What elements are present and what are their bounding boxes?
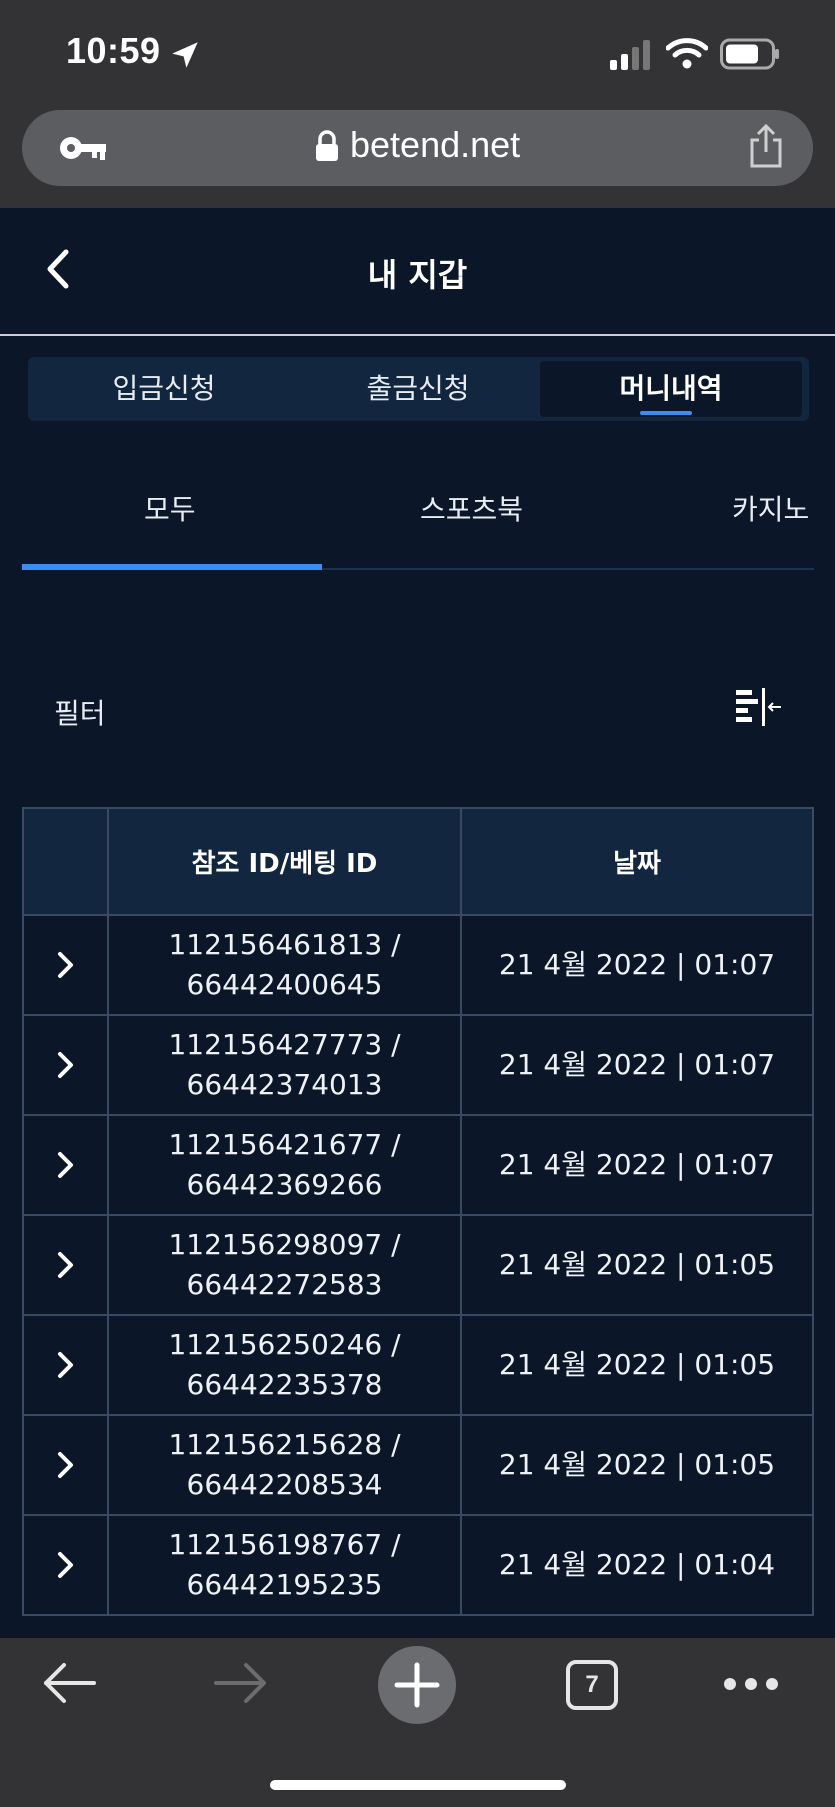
expand-row-button[interactable] (24, 1316, 109, 1414)
table-row[interactable]: 112156215628 / 66442208534 21 4월 2022 | 01… (24, 1416, 812, 1516)
table-row[interactable]: 112156461813 / 66442400645 21 4월 2022 | 01… (24, 916, 812, 1016)
bet-id: 66442235378 (186, 1368, 383, 1401)
tab-withdraw-request[interactable]: 출금신청 (290, 361, 546, 417)
table-row[interactable]: 112156250246 / 66442235378 21 4월 2022 | 01… (24, 1316, 812, 1416)
bet-id: 66442195235 (186, 1568, 383, 1601)
tab-money-history[interactable]: 머니내역 (540, 361, 802, 417)
date-cell: 21 4월 2022 | 01:05 (498, 1348, 776, 1381)
ref-bet-id-cell: 112156461813 / 66442400645 (109, 916, 462, 1014)
expand-row-button[interactable] (24, 1216, 109, 1314)
url-text: betend.net (350, 124, 521, 165)
chevron-right-icon (57, 1352, 73, 1378)
page-title: 내 지갑 (367, 256, 468, 294)
home-indicator[interactable] (270, 1780, 566, 1790)
ref-bet-id-cell: 112156215628 / 66442208534 (109, 1416, 462, 1514)
date-cell: 21 4월 2022 | 01:04 (498, 1548, 776, 1581)
chevron-right-icon (57, 1552, 73, 1578)
location-arrow-icon (172, 42, 198, 68)
tab-switcher-button[interactable]: 7 (566, 1660, 618, 1710)
battery-icon (720, 38, 779, 70)
filter-collapse-icon[interactable] (736, 688, 782, 728)
expand-row-button[interactable] (24, 1016, 109, 1114)
reference-id: 112156298097 / (168, 1228, 401, 1261)
table-row[interactable]: 112156427773 / 66442374013 21 4월 2022 | 01… (24, 1016, 812, 1116)
chevron-right-icon (57, 1152, 73, 1178)
lock-icon (316, 130, 338, 161)
ref-bet-id-cell: 112156427773 / 66442374013 (109, 1016, 462, 1114)
bet-id: 66442400645 (186, 968, 383, 1001)
money-history-table: 참조 ID/베팅 ID 날짜 112156461813 / 66442400645… (22, 807, 814, 1616)
ref-bet-id-cell: 112156198767 / 66442195235 (109, 1516, 462, 1614)
chevron-right-icon (57, 1052, 73, 1078)
tab-casino[interactable]: 카지노 (732, 488, 809, 528)
back-arrow-icon[interactable] (42, 1662, 96, 1704)
address-bar[interactable]: betend.net (22, 110, 813, 186)
expand-row-button[interactable] (24, 1516, 109, 1614)
wallet-tabs: 입금신청 출금신청 머니내역 (28, 357, 809, 421)
active-subtab-indicator (22, 564, 322, 570)
table-body: 112156461813 / 66442400645 21 4월 2022 | 01… (24, 916, 812, 1616)
category-tabs: 모두 스포츠북 카지노 (22, 470, 814, 570)
forward-arrow-icon[interactable] (214, 1662, 268, 1704)
app-header: 내 지갑 (0, 208, 835, 336)
reference-id: 112156427773 / (168, 1028, 401, 1061)
header-expand-col (24, 809, 109, 914)
chevron-right-icon (57, 952, 73, 978)
tab-money-history-label: 머니내역 (619, 372, 723, 405)
chevron-right-icon (57, 1452, 73, 1478)
ref-bet-id-cell: 112156298097 / 66442272583 (109, 1216, 462, 1314)
date-cell: 21 4월 2022 | 01:07 (498, 1148, 776, 1181)
reference-id: 112156250246 / (168, 1328, 401, 1361)
share-icon[interactable] (746, 124, 786, 170)
date-cell: 21 4월 2022 | 01:07 (498, 1048, 776, 1081)
date-cell: 21 4월 2022 | 01:07 (498, 948, 776, 981)
reference-id: 112156461813 / (168, 928, 401, 961)
header-date: 날짜 (613, 849, 661, 879)
more-options-icon[interactable] (722, 1674, 780, 1694)
table-row[interactable]: 112156198767 / 66442195235 21 4월 2022 | 01… (24, 1516, 812, 1616)
table-row[interactable]: 112156298097 / 66442272583 21 4월 2022 | 01… (24, 1216, 812, 1316)
reference-id: 112156421677 / (168, 1128, 401, 1161)
chevron-right-icon (57, 1252, 73, 1278)
cellular-signal-icon (610, 40, 650, 70)
bet-id: 66442374013 (186, 1068, 383, 1101)
expand-row-button[interactable] (24, 1116, 109, 1214)
bet-id: 66442369266 (186, 1168, 383, 1201)
wifi-icon (666, 38, 708, 69)
browser-top-chrome: 10:59 betend.net (0, 0, 835, 208)
tab-all[interactable]: 모두 (144, 488, 196, 528)
ref-bet-id-cell: 112156421677 / 66442369266 (109, 1116, 462, 1214)
header-ref-id: 참조 ID/베팅 ID (109, 809, 462, 914)
date-cell: 21 4월 2022 | 01:05 (498, 1448, 776, 1481)
table-header: 참조 ID/베팅 ID 날짜 (24, 809, 812, 916)
expand-row-button[interactable] (24, 916, 109, 1014)
key-icon[interactable] (58, 132, 108, 164)
reference-id: 112156198767 / (168, 1528, 401, 1561)
filter-label[interactable]: 필터 (54, 692, 106, 732)
bet-id: 66442272583 (186, 1268, 383, 1301)
tab-deposit-request[interactable]: 입금신청 (36, 361, 292, 417)
active-tab-underline (640, 411, 692, 415)
tab-sportsbook[interactable]: 스포츠북 (420, 488, 523, 528)
reference-id: 112156215628 / (168, 1428, 401, 1461)
ref-bet-id-cell: 112156250246 / 66442235378 (109, 1316, 462, 1414)
expand-row-button[interactable] (24, 1416, 109, 1514)
plus-icon (394, 1662, 440, 1708)
bet-id: 66442208534 (186, 1468, 383, 1501)
status-time: 10:59 (66, 30, 161, 71)
date-cell: 21 4월 2022 | 01:05 (498, 1248, 776, 1281)
new-tab-button[interactable] (378, 1646, 456, 1724)
table-row[interactable]: 112156421677 / 66442369266 21 4월 2022 | 01… (24, 1116, 812, 1216)
